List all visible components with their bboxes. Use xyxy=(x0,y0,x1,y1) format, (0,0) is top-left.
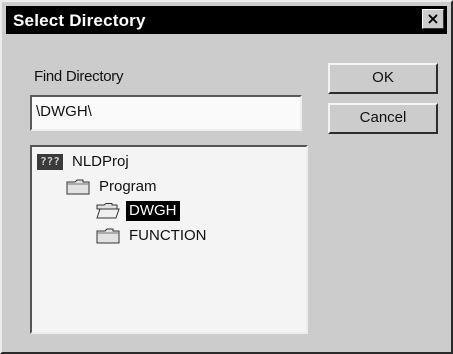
ok-button[interactable]: OK xyxy=(328,63,438,94)
tree-item-label: Program xyxy=(99,178,157,195)
select-directory-dialog: Select Directory × Find Directory \DWGH\… xyxy=(0,0,453,354)
cancel-button[interactable]: Cancel xyxy=(328,103,438,134)
folder-open-icon xyxy=(96,203,120,219)
folder-closed-icon xyxy=(66,179,90,195)
title-bar[interactable]: Select Directory × xyxy=(6,6,447,34)
dialog-title: Select Directory xyxy=(13,11,146,30)
tree-item-function[interactable]: FUNCTION xyxy=(96,226,210,246)
find-directory-input[interactable]: \DWGH\ xyxy=(30,95,302,131)
tree-item-label: DWGH xyxy=(126,201,180,221)
directory-tree[interactable]: ??? NLDProj Program DWGH FUNCTION xyxy=(30,145,308,334)
tree-item-dwgh[interactable]: DWGH xyxy=(96,201,180,221)
folder-closed-icon xyxy=(96,228,120,244)
tree-item-label: FUNCTION xyxy=(129,227,207,244)
find-directory-label: Find Directory xyxy=(34,68,124,85)
tree-item-program[interactable]: Program xyxy=(66,177,160,197)
drive-icon: ??? xyxy=(37,154,63,170)
close-icon: × xyxy=(426,9,440,28)
close-button[interactable]: × xyxy=(422,9,444,29)
tree-item-nldproj[interactable]: ??? NLDProj xyxy=(37,152,132,172)
tree-item-label: NLDProj xyxy=(72,153,129,170)
